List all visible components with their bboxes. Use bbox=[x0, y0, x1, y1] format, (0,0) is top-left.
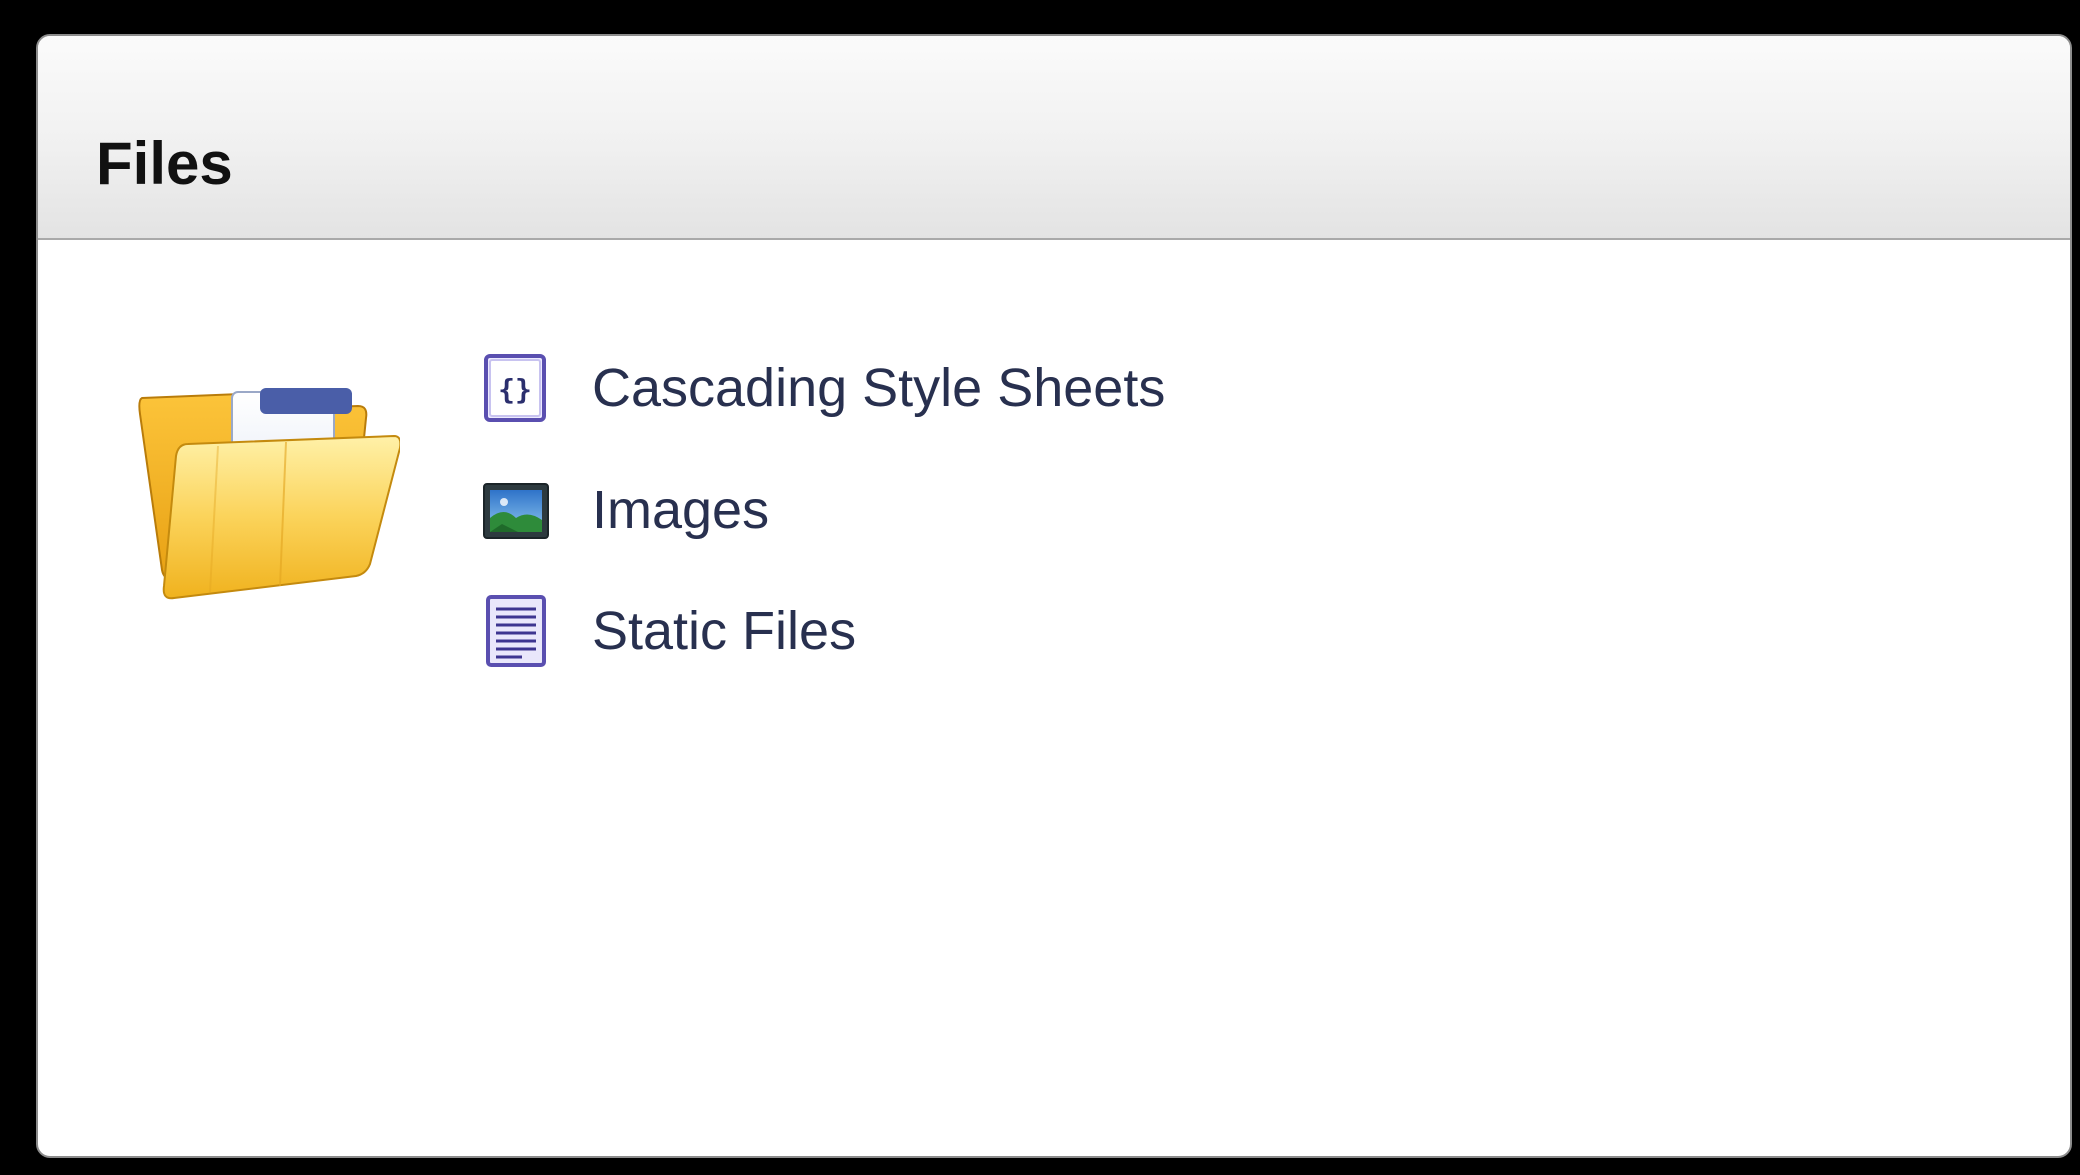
panel-title: Files bbox=[96, 130, 233, 197]
files-panel: Files {} Cascading Style Sheets Images S… bbox=[36, 34, 2072, 1158]
list-item-css[interactable]: {} Cascading Style Sheets bbox=[482, 348, 1165, 428]
panel-header: Files bbox=[38, 36, 2070, 240]
list-item-label: Static Files bbox=[592, 601, 857, 661]
list-item-images[interactable]: Images bbox=[482, 470, 769, 550]
image-file-icon bbox=[482, 474, 550, 546]
text-file-icon bbox=[482, 595, 550, 667]
list-item-static-files[interactable]: Static Files bbox=[482, 591, 856, 671]
folder-icon bbox=[100, 348, 402, 608]
css-file-icon: {} bbox=[482, 352, 550, 424]
list-item-label: Images bbox=[592, 480, 770, 540]
list-item-label: Cascading Style Sheets bbox=[592, 358, 1166, 418]
svg-text:{}: {} bbox=[498, 373, 532, 406]
